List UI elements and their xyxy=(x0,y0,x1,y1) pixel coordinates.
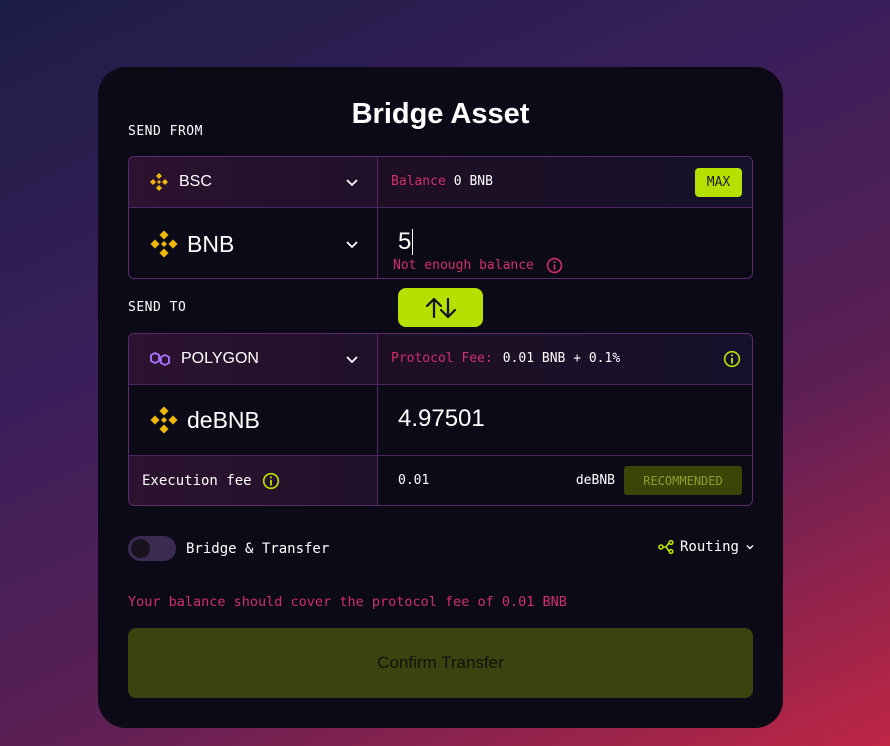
source-chain-name: BSC xyxy=(179,173,212,190)
source-token-name: BNB xyxy=(187,230,235,257)
execution-fee-unit: deBNB xyxy=(575,473,615,488)
text-cursor xyxy=(412,229,414,255)
execution-fee-label-cell: Execution fee xyxy=(129,456,378,505)
bridge-card: Bridge Asset SEND FROM BSC Balance 0 BNB… xyxy=(98,67,783,728)
send-to-chain-row: POLYGON Protocol Fee: 0.01 BNB + 0.1% xyxy=(129,334,752,385)
execution-fee-input[interactable]: 0.01 xyxy=(398,473,429,488)
balance-label: Balance xyxy=(391,174,446,189)
info-icon[interactable] xyxy=(546,257,563,274)
receive-amount-cell: 4.97501 xyxy=(378,385,752,455)
protocol-fee-cell: Protocol Fee: 0.01 BNB + 0.1% xyxy=(378,334,752,384)
info-icon[interactable] xyxy=(723,350,741,368)
send-to-label: SEND TO xyxy=(128,300,187,315)
amount-input[interactable]: 5 xyxy=(398,228,411,256)
bnb-icon xyxy=(150,230,178,258)
execution-fee-row: Execution fee 0.01 deBNB RECOMMENDED xyxy=(129,456,752,505)
send-from-token-row: BNB 5 Not enough balance xyxy=(129,208,752,278)
protocol-fee-value: 0.01 BNB + 0.1% xyxy=(502,351,621,366)
destination-chain-name: POLYGON xyxy=(181,350,259,367)
info-icon[interactable] xyxy=(262,472,280,490)
receive-amount: 4.97501 xyxy=(398,405,485,432)
chevron-down-icon xyxy=(346,356,358,364)
execution-fee-label: Execution fee xyxy=(142,473,252,489)
chevron-down-icon xyxy=(746,545,754,550)
chevron-down-icon xyxy=(346,179,358,187)
source-token-select[interactable]: BNB xyxy=(129,208,378,278)
recommended-button[interactable]: RECOMMENDED xyxy=(624,466,742,495)
send-to-token-row: deBNB 4.97501 xyxy=(129,385,752,456)
routing-icon xyxy=(658,540,674,554)
bridge-transfer-toggle[interactable] xyxy=(128,536,176,561)
balance-value: 0 BNB xyxy=(453,174,493,189)
routing-button[interactable]: Routing xyxy=(658,539,755,555)
execution-fee-cell: 0.01 deBNB RECOMMENDED xyxy=(378,456,752,505)
polygon-icon xyxy=(150,352,170,366)
balance-warning: Your balance should cover the protocol f… xyxy=(128,594,567,610)
routing-label: Routing xyxy=(679,539,739,555)
send-to-box: POLYGON Protocol Fee: 0.01 BNB + 0.1% de… xyxy=(128,333,753,506)
send-from-label: SEND FROM xyxy=(128,124,203,139)
protocol-fee-label: Protocol Fee: xyxy=(391,351,493,366)
confirm-transfer-button[interactable]: Confirm Transfer xyxy=(128,628,753,698)
swap-arrows-icon xyxy=(425,297,456,318)
destination-token: deBNB xyxy=(129,385,378,455)
chevron-down-icon xyxy=(346,241,358,249)
bridge-transfer-label: Bridge & Transfer xyxy=(186,541,330,557)
send-from-box: BSC Balance 0 BNB MAX BNB 5 Not enough b… xyxy=(128,156,753,279)
amount-error: Not enough balance xyxy=(393,258,534,273)
amount-cell: 5 Not enough balance xyxy=(378,208,752,278)
bnb-icon xyxy=(150,173,168,191)
destination-chain-select[interactable]: POLYGON xyxy=(129,334,378,384)
swap-direction-button[interactable] xyxy=(398,288,483,327)
bnb-icon xyxy=(150,406,178,434)
toggle-knob xyxy=(131,539,150,558)
destination-token-name: deBNB xyxy=(187,406,260,433)
source-chain-select[interactable]: BSC xyxy=(129,157,378,207)
max-button[interactable]: MAX xyxy=(695,168,742,197)
balance-cell: Balance 0 BNB MAX xyxy=(378,157,752,207)
send-from-chain-row: BSC Balance 0 BNB MAX xyxy=(129,157,752,208)
